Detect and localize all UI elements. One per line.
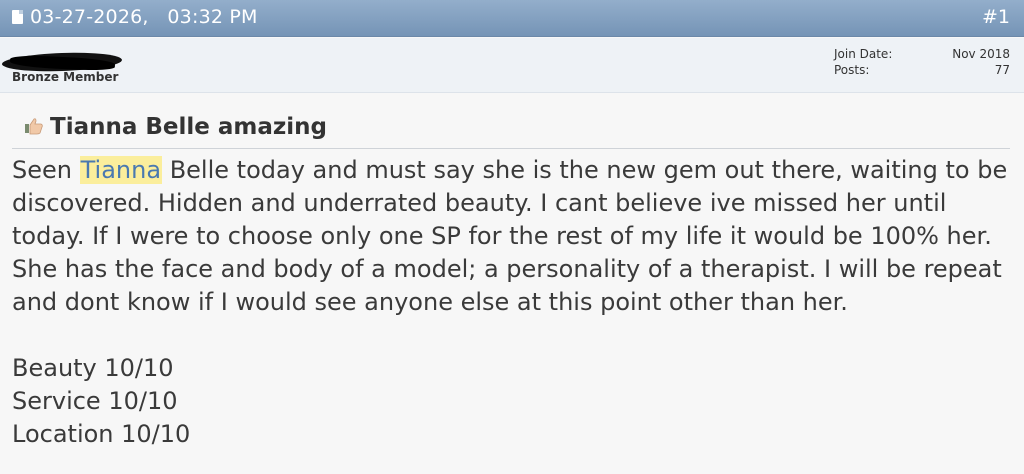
join-date-value: Nov 2018 [952,47,1010,61]
post-number-link[interactable]: #1 [982,6,1010,28]
posts-label: Posts: [834,63,870,77]
post-header-bar: 03-27-2026, 03:32 PM #1 [0,0,1024,37]
post-body: Tianna Belle amazing Seen Tianna Belle t… [0,94,1024,474]
rating-beauty: Beauty 10/10 [12,354,174,382]
post-date: 03-27-2026, [30,6,149,28]
post-message: Seen Tianna Belle today and must say she… [12,154,1012,451]
join-date-label: Join Date: [834,47,893,61]
post-title: Tianna Belle amazing [50,114,327,140]
document-icon [12,10,23,24]
user-rank: Bronze Member [12,70,119,84]
user-info-bar: Bronze Member Join Date: Nov 2018 Posts:… [0,38,1024,93]
post-title-row: Tianna Belle amazing [12,112,1010,149]
post-time: 03:32 PM [167,6,258,28]
thumbs-up-icon [25,118,43,135]
message-body: Belle today and must say she is the new … [12,156,1008,316]
message-intro: Seen [12,156,72,184]
search-highlight: Tianna [79,156,163,184]
rating-service: Service 10/10 [12,387,178,415]
post-datetime: 03-27-2026, 03:32 PM [30,6,258,28]
rating-location: Location 10/10 [12,420,191,448]
posts-count: 77 [994,63,1010,77]
